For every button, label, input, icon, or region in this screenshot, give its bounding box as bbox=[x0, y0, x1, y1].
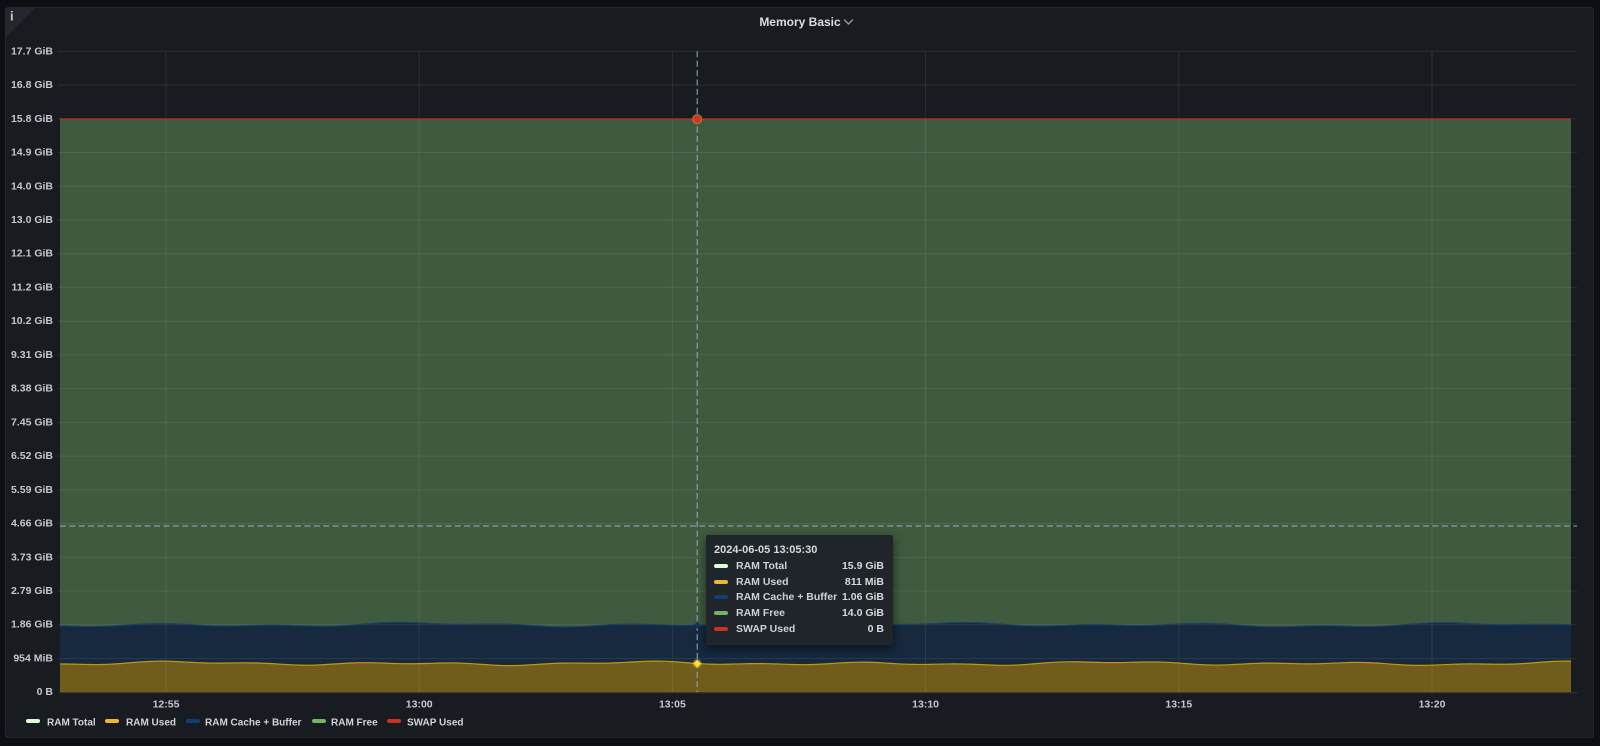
svg-text:13.0 GiB: 13.0 GiB bbox=[11, 214, 53, 226]
svg-text:9.31 GiB: 9.31 GiB bbox=[11, 349, 53, 361]
svg-text:5.59 GiB: 5.59 GiB bbox=[11, 484, 53, 496]
svg-text:13:00: 13:00 bbox=[406, 699, 433, 711]
svg-text:RAM Used: RAM Used bbox=[126, 718, 176, 729]
svg-text:2.79 GiB: 2.79 GiB bbox=[11, 585, 53, 597]
svg-text:4.66 GiB: 4.66 GiB bbox=[11, 518, 53, 530]
svg-text:i: i bbox=[10, 9, 14, 24]
svg-text:3.73 GiB: 3.73 GiB bbox=[11, 551, 53, 563]
svg-text:954 MiB: 954 MiB bbox=[13, 653, 53, 665]
svg-text:RAM Free: RAM Free bbox=[331, 718, 378, 729]
svg-text:14.0 GiB: 14.0 GiB bbox=[11, 180, 53, 192]
svg-text:13:20: 13:20 bbox=[1419, 699, 1446, 711]
svg-text:10.2 GiB: 10.2 GiB bbox=[11, 315, 53, 327]
svg-text:RAM Cache + Buffer: RAM Cache + Buffer bbox=[205, 718, 302, 729]
svg-text:13:10: 13:10 bbox=[912, 699, 939, 711]
svg-text:12.1 GiB: 12.1 GiB bbox=[11, 248, 53, 260]
svg-text:14.9 GiB: 14.9 GiB bbox=[11, 147, 53, 159]
svg-text:6.52 GiB: 6.52 GiB bbox=[11, 450, 53, 462]
svg-text:8.38 GiB: 8.38 GiB bbox=[11, 383, 53, 395]
svg-text:0 B: 0 B bbox=[37, 686, 54, 698]
svg-text:SWAP Used: SWAP Used bbox=[407, 718, 464, 729]
svg-text:15.8 GiB: 15.8 GiB bbox=[11, 113, 53, 125]
svg-text:13:05: 13:05 bbox=[659, 699, 686, 711]
svg-text:17.7 GiB: 17.7 GiB bbox=[11, 45, 53, 57]
svg-text:RAM Total: RAM Total bbox=[47, 718, 96, 729]
svg-text:13:15: 13:15 bbox=[1165, 699, 1192, 711]
svg-text:11.2 GiB: 11.2 GiB bbox=[12, 281, 54, 293]
svg-text:7.45 GiB: 7.45 GiB bbox=[11, 416, 53, 428]
svg-text:1.86 GiB: 1.86 GiB bbox=[11, 619, 53, 631]
svg-text:12:55: 12:55 bbox=[153, 699, 180, 711]
svg-text:16.8 GiB: 16.8 GiB bbox=[11, 79, 53, 91]
svg-text:Memory Basic: Memory Basic bbox=[759, 15, 841, 29]
